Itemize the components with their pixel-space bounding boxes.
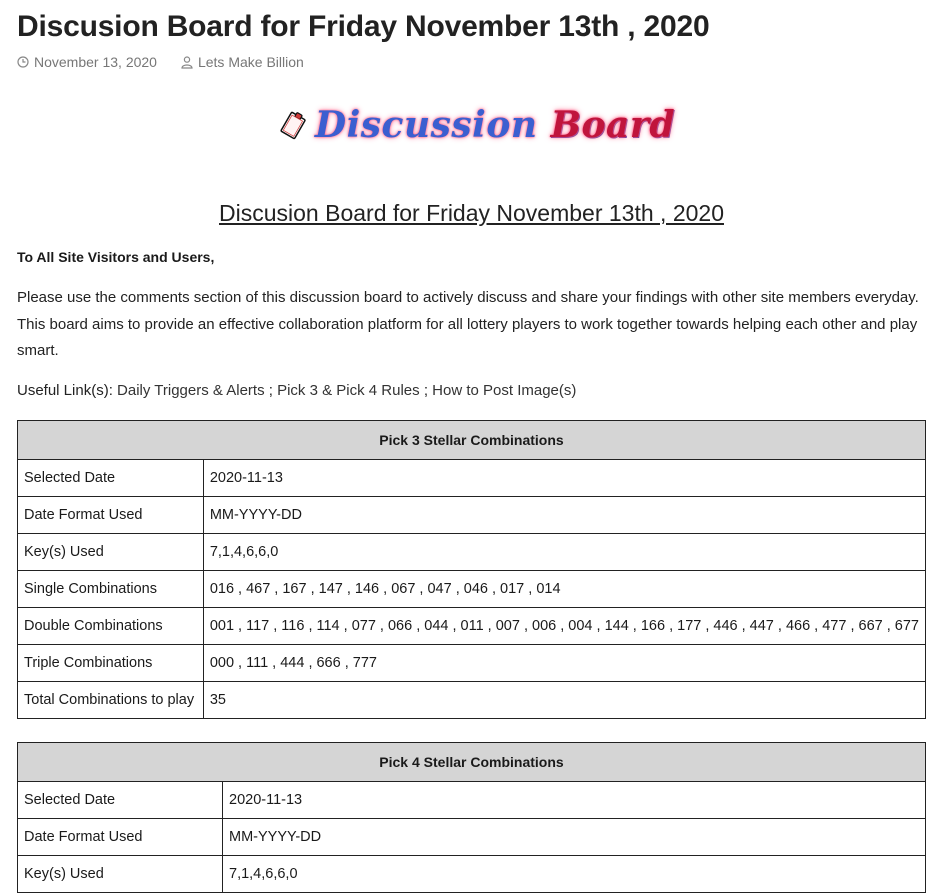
row-value: 35 xyxy=(202,681,927,719)
row-label: Double Combinations xyxy=(17,607,204,645)
greeting: To All Site Visitors and Users, xyxy=(17,249,215,265)
row-value: 7,1,4,6,6,0 xyxy=(222,855,926,893)
row-label: Key(s) Used xyxy=(17,855,223,893)
row-label: Date Format Used xyxy=(17,496,204,534)
clipboard-icon xyxy=(280,111,306,140)
banner-word-2: Board xyxy=(550,104,675,146)
link-post-images[interactable]: How to Post Image(s) xyxy=(432,382,576,399)
row-label: Triple Combinations xyxy=(17,644,204,682)
row-label: Date Format Used xyxy=(17,818,223,856)
pick3-table: Pick 3 Stellar Combinations Selected Dat… xyxy=(17,420,927,719)
row-value: 2020-11-13 xyxy=(202,459,927,497)
link-daily-triggers[interactable]: Daily Triggers & Alerts xyxy=(117,382,265,399)
table-header-row: Pick 3 Stellar Combinations xyxy=(17,420,926,460)
row-value: MM-YYYY-DD xyxy=(202,496,927,534)
table-row: Double Combinations 001 , 117 , 116 , 11… xyxy=(17,607,927,645)
table-row: Selected Date 2020-11-13 xyxy=(17,781,926,819)
table-row: Total Combinations to play 35 xyxy=(17,681,927,719)
post-author[interactable]: Lets Make Billion xyxy=(181,54,304,70)
table-row: Single Combinations 016 , 467 , 167 , 14… xyxy=(17,570,927,608)
pick4-title: Pick 4 Stellar Combinations xyxy=(17,742,926,782)
row-value: 016 , 467 , 167 , 147 , 146 , 067 , 047 … xyxy=(202,570,927,608)
link-separator: ; xyxy=(264,382,278,399)
row-label: Key(s) Used xyxy=(17,533,204,571)
useful-links: Useful Link(s): Daily Triggers & Alerts … xyxy=(17,382,576,399)
table-row: Date Format Used MM-YYYY-DD xyxy=(17,818,926,856)
row-value: 2020-11-13 xyxy=(222,781,926,819)
post-date-text: November 13, 2020 xyxy=(34,54,157,70)
row-label: Total Combinations to play xyxy=(17,681,204,719)
post-author-text: Lets Make Billion xyxy=(197,54,304,70)
table-header-row: Pick 4 Stellar Combinations xyxy=(17,742,926,782)
content-heading: Discusion Board for Friday November 13th… xyxy=(219,200,724,226)
table-row: Triple Combinations 000 , 111 , 444 , 66… xyxy=(17,644,927,682)
row-label: Single Combinations xyxy=(17,570,204,608)
user-icon xyxy=(181,55,193,69)
row-value: 7,1,4,6,6,0 xyxy=(202,533,927,571)
row-value: 001 , 117 , 116 , 114 , 077 , 066 , 044 … xyxy=(202,607,927,645)
intro-paragraph: Please use the comments section of this … xyxy=(17,289,919,359)
row-value: MM-YYYY-DD xyxy=(222,818,926,856)
table-row: Key(s) Used 7,1,4,6,6,0 xyxy=(17,855,926,893)
link-separator: ; xyxy=(419,382,433,399)
table-row: Selected Date 2020-11-13 xyxy=(17,459,927,497)
pick3-title: Pick 3 Stellar Combinations xyxy=(17,420,926,460)
table-row: Key(s) Used 7,1,4,6,6,0 xyxy=(17,533,927,571)
clock-icon xyxy=(17,56,29,68)
table-row: Date Format Used MM-YYYY-DD xyxy=(17,496,927,534)
post-title: Discusion Board for Friday November 13th… xyxy=(17,10,710,43)
banner-word-1: Discussion xyxy=(314,104,538,146)
banner-title: Discussion Board xyxy=(315,104,675,146)
row-label: Selected Date xyxy=(17,459,204,497)
link-pick-rules[interactable]: Pick 3 & Pick 4 Rules xyxy=(277,382,420,399)
row-value: 000 , 111 , 444 , 666 , 777 xyxy=(202,644,927,682)
pick4-table: Pick 4 Stellar Combinations Selected Dat… xyxy=(17,742,926,893)
post-meta: November 13, 2020 Lets Make Billion xyxy=(17,54,304,70)
links-label: Useful Link(s): xyxy=(17,382,113,399)
post-date[interactable]: November 13, 2020 xyxy=(17,54,157,70)
discussion-board-banner: Discussion Board xyxy=(275,97,675,153)
row-label: Selected Date xyxy=(17,781,223,819)
